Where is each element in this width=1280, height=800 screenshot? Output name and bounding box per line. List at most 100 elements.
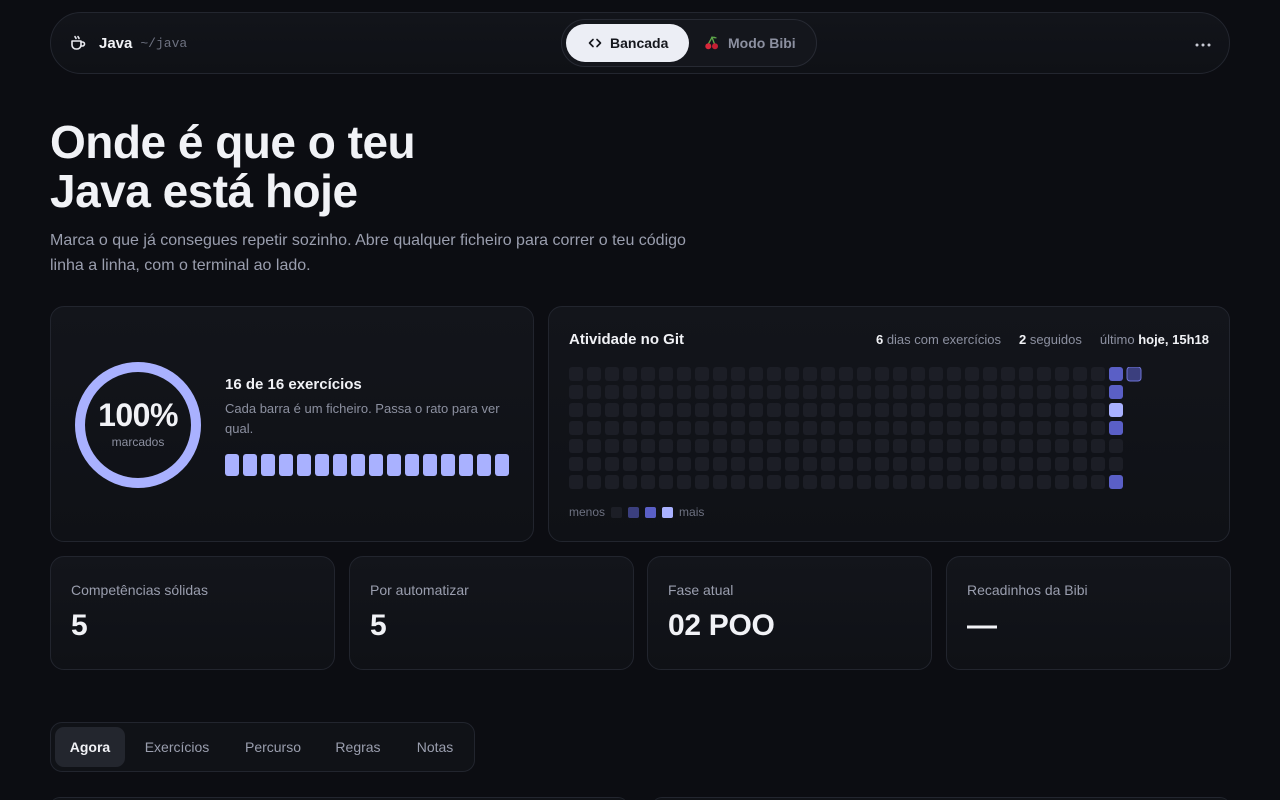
heatmap-cell[interactable]: [803, 439, 817, 453]
heatmap-cell[interactable]: [695, 385, 709, 399]
heatmap-cell[interactable]: [821, 475, 835, 489]
heatmap-cell[interactable]: [677, 367, 691, 381]
heatmap-cell[interactable]: [947, 439, 961, 453]
heatmap-cell[interactable]: [641, 475, 655, 489]
heatmap-cell[interactable]: [803, 475, 817, 489]
heatmap-cell[interactable]: [659, 439, 673, 453]
heatmap-cell[interactable]: [929, 385, 943, 399]
heatmap-cell[interactable]: [623, 367, 637, 381]
heatmap-cell[interactable]: [929, 475, 943, 489]
heatmap-cell[interactable]: [677, 457, 691, 471]
heatmap-cell[interactable]: [875, 385, 889, 399]
heatmap-cell[interactable]: [623, 457, 637, 471]
heatmap-cell[interactable]: [983, 439, 997, 453]
heatmap-cell[interactable]: [1109, 475, 1123, 489]
heatmap-cell[interactable]: [893, 457, 907, 471]
heatmap-cell[interactable]: [731, 385, 745, 399]
heatmap-cell[interactable]: [731, 475, 745, 489]
heatmap-cell[interactable]: [641, 403, 655, 417]
heatmap-cell[interactable]: [623, 403, 637, 417]
file-bar[interactable]: [477, 454, 491, 476]
file-bar[interactable]: [315, 454, 329, 476]
heatmap-cell[interactable]: [713, 403, 727, 417]
heatmap-cell[interactable]: [677, 403, 691, 417]
heatmap-cell[interactable]: [821, 367, 835, 381]
heatmap-cell[interactable]: [839, 421, 853, 435]
heatmap-cell[interactable]: [623, 385, 637, 399]
heatmap-cell[interactable]: [1001, 385, 1015, 399]
heatmap-cell[interactable]: [983, 367, 997, 381]
heatmap-cell[interactable]: [947, 367, 961, 381]
heatmap-cell[interactable]: [785, 457, 799, 471]
heatmap-cell[interactable]: [605, 475, 619, 489]
heatmap-cell[interactable]: [875, 475, 889, 489]
heatmap-cell[interactable]: [821, 385, 835, 399]
heatmap-cell[interactable]: [1073, 421, 1087, 435]
file-bar[interactable]: [459, 454, 473, 476]
heatmap-cell[interactable]: [695, 421, 709, 435]
heatmap-cell[interactable]: [1037, 421, 1051, 435]
heatmap-cell[interactable]: [983, 403, 997, 417]
heatmap-cell[interactable]: [1037, 367, 1051, 381]
heatmap-cell[interactable]: [929, 403, 943, 417]
heatmap-cell[interactable]: [1055, 421, 1069, 435]
heatmap-cell[interactable]: [947, 385, 961, 399]
heatmap-cell[interactable]: [893, 403, 907, 417]
heatmap-cell[interactable]: [983, 385, 997, 399]
heatmap-cell[interactable]: [965, 367, 979, 381]
heatmap-cell[interactable]: [695, 439, 709, 453]
heatmap-cell[interactable]: [587, 385, 601, 399]
heatmap-cell[interactable]: [785, 439, 799, 453]
heatmap-cell[interactable]: [839, 367, 853, 381]
heatmap-cell[interactable]: [1109, 367, 1123, 381]
heatmap-cell[interactable]: [767, 457, 781, 471]
heatmap-cell[interactable]: [731, 421, 745, 435]
heatmap-cell[interactable]: [605, 421, 619, 435]
heatmap-cell[interactable]: [1055, 403, 1069, 417]
heatmap-cell[interactable]: [569, 439, 583, 453]
heatmap-cell[interactable]: [605, 385, 619, 399]
heatmap-cell[interactable]: [839, 439, 853, 453]
tab-exercicios[interactable]: Exercícios: [129, 727, 225, 767]
heatmap-cell[interactable]: [1001, 475, 1015, 489]
heatmap-cell[interactable]: [1091, 385, 1105, 399]
heatmap-cell[interactable]: [641, 385, 655, 399]
heatmap-cell[interactable]: [929, 439, 943, 453]
heatmap-cell[interactable]: [1037, 439, 1051, 453]
heatmap-cell[interactable]: [623, 439, 637, 453]
heatmap-cell[interactable]: [803, 403, 817, 417]
heatmap-cell[interactable]: [1019, 457, 1033, 471]
more-menu-button[interactable]: [1193, 33, 1213, 53]
heatmap-cell[interactable]: [1109, 385, 1123, 399]
heatmap-cell[interactable]: [1019, 367, 1033, 381]
heatmap-cell[interactable]: [1001, 403, 1015, 417]
heatmap-cell[interactable]: [605, 439, 619, 453]
heatmap-cell[interactable]: [695, 457, 709, 471]
heatmap-cell[interactable]: [857, 475, 871, 489]
heatmap-cell[interactable]: [803, 367, 817, 381]
heatmap-cell[interactable]: [731, 439, 745, 453]
heatmap-cell[interactable]: [965, 421, 979, 435]
heatmap-cell[interactable]: [965, 457, 979, 471]
heatmap-cell[interactable]: [569, 367, 583, 381]
heatmap-cell[interactable]: [785, 367, 799, 381]
heatmap-cell[interactable]: [1055, 439, 1069, 453]
heatmap-cell[interactable]: [875, 457, 889, 471]
heatmap-cell[interactable]: [1055, 475, 1069, 489]
heatmap-cell[interactable]: [1109, 403, 1123, 417]
file-bar[interactable]: [405, 454, 419, 476]
heatmap-cell[interactable]: [785, 385, 799, 399]
heatmap-cell[interactable]: [1109, 439, 1123, 453]
heatmap-cell[interactable]: [641, 457, 655, 471]
heatmap-cell[interactable]: [587, 475, 601, 489]
heatmap-cell[interactable]: [569, 403, 583, 417]
heatmap-cell[interactable]: [569, 421, 583, 435]
tab-percurso[interactable]: Percurso: [229, 727, 317, 767]
heatmap-cell[interactable]: [911, 439, 925, 453]
file-bar[interactable]: [387, 454, 401, 476]
heatmap-cell[interactable]: [713, 367, 727, 381]
heatmap-cell[interactable]: [749, 439, 763, 453]
tab-notas[interactable]: Notas: [399, 727, 471, 767]
heatmap-cell[interactable]: [749, 421, 763, 435]
heatmap-cell[interactable]: [713, 475, 727, 489]
